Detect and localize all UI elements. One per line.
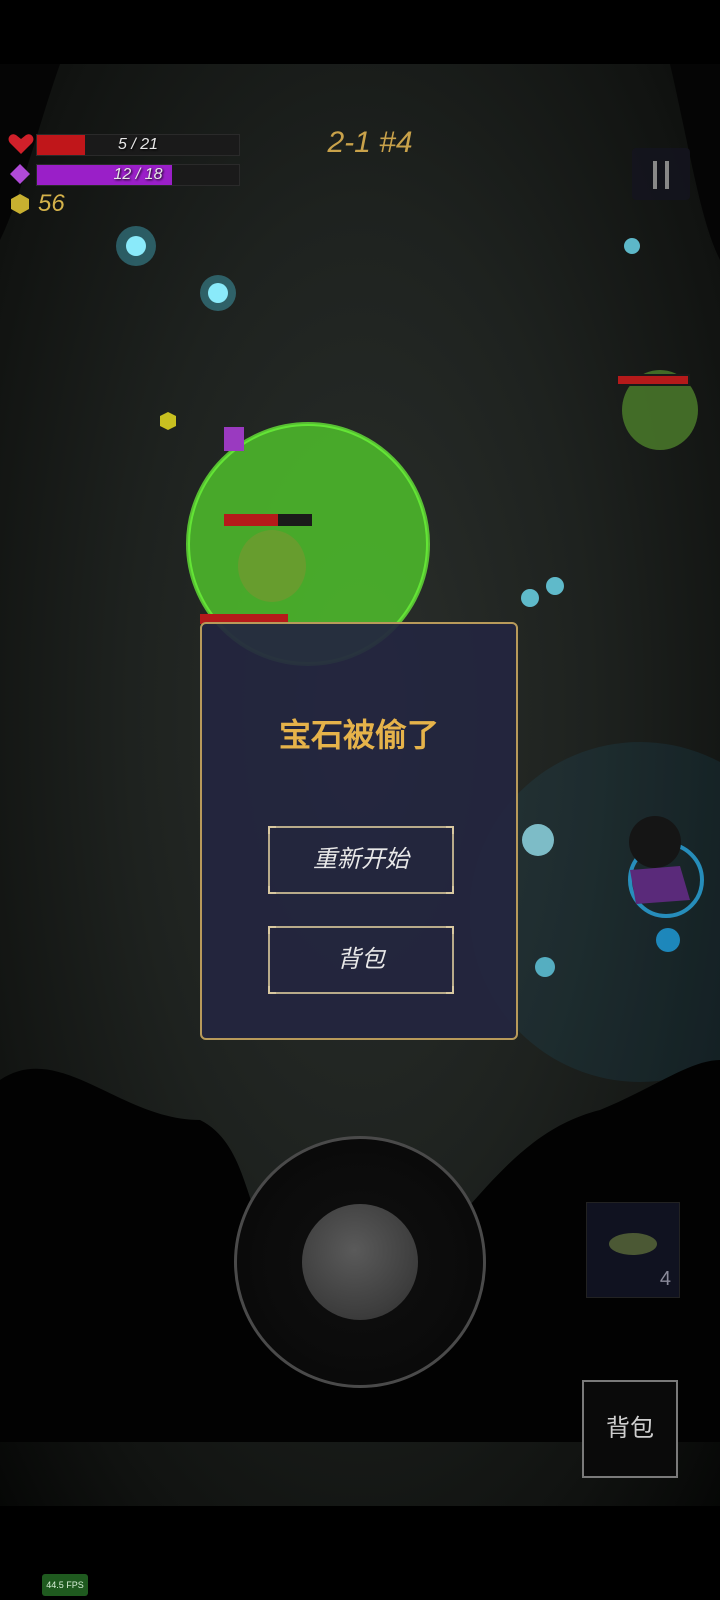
dialog-title: 宝石被偷了: [278, 717, 439, 753]
diamond-icon: [10, 164, 30, 184]
player-character: [629, 816, 681, 868]
leaf-icon: [609, 1233, 657, 1255]
mana-bar: 12 / 18: [36, 164, 240, 186]
level-label: 2-1 #4: [327, 126, 413, 159]
hexagon-gem-icon: [11, 194, 29, 214]
joystick-knob[interactable]: [302, 1204, 418, 1320]
mana-text: 12 / 18: [113, 166, 163, 183]
pause-icon: [653, 161, 657, 189]
restart-button[interactable]: 重新开始: [268, 826, 454, 894]
bag-button[interactable]: 背包: [582, 1380, 678, 1478]
enemy-plant: [238, 530, 306, 602]
restart-button-label: 重新开始: [313, 846, 409, 873]
dialog-bag-button[interactable]: 背包: [268, 926, 454, 994]
fps-counter: 44.5 FPS: [42, 1574, 88, 1596]
pause-button[interactable]: [632, 148, 690, 200]
game-over-dialog: 宝石被偷了 重新开始 背包: [200, 622, 518, 1040]
health-text: 5 / 21: [117, 136, 159, 153]
heart-icon: [8, 134, 34, 154]
health-bar: 5 / 21: [36, 134, 240, 156]
skill-count: 4: [659, 1268, 671, 1290]
gold-count: 56: [38, 190, 65, 217]
skill-slot[interactable]: 4: [586, 1202, 680, 1298]
dialog-bag-button-label: 背包: [337, 946, 385, 973]
